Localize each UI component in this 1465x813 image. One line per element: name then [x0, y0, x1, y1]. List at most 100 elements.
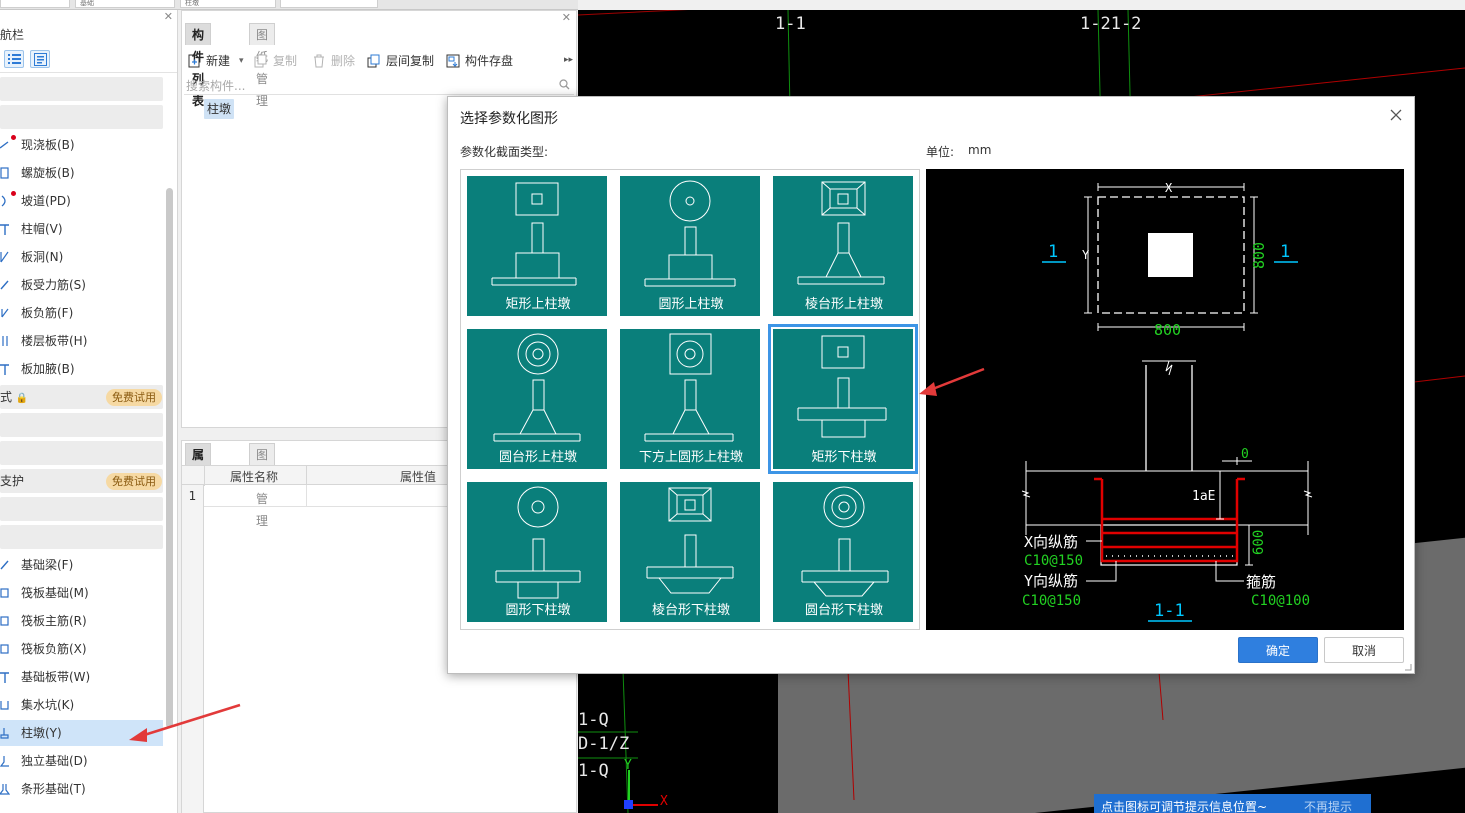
more-toolbar-icon[interactable]: ▸▸: [564, 55, 573, 65]
nav-group[interactable]: [0, 441, 163, 465]
nav-item-raft-foundation[interactable]: 筏板基础(M): [0, 580, 163, 606]
nav-item-raft-main-rebar[interactable]: 筏板主筋(R): [0, 608, 163, 634]
component-search[interactable]: 搜索构件...: [184, 75, 574, 95]
resize-grip-icon[interactable]: [1403, 662, 1412, 671]
close-icon[interactable]: ✕: [562, 11, 571, 24]
nav-group[interactable]: [0, 77, 163, 101]
nav-item-raft-negative-rebar[interactable]: 筏板负筋(X): [0, 636, 163, 662]
tab-drawing-management[interactable]: 图纸管理: [249, 23, 276, 108]
floor-strip-icon: [2, 336, 8, 346]
nav-item-spiral-slab[interactable]: 螺旋板(B): [0, 160, 163, 186]
row-gutter: [182, 507, 204, 813]
list-view-button[interactable]: [4, 50, 24, 68]
axis-label: 1-21-2: [1080, 14, 1142, 34]
shape-caption: 矩形上柱墩: [505, 297, 571, 312]
nav-item-foundation-beam[interactable]: 基础梁(F): [0, 552, 163, 578]
axis-label: D-1/Z: [578, 734, 630, 754]
column-header-name: 属性名称: [230, 470, 279, 484]
nav-group-civil-defense[interactable]: 式 🔒 免费试用: [0, 385, 163, 409]
tab-property-list[interactable]: 属性列表: [185, 443, 212, 528]
delete-button[interactable]: 删除: [312, 51, 362, 71]
nav-item-label: 板受力筋(S): [21, 278, 86, 292]
search-icon[interactable]: [559, 79, 570, 90]
nav-group-support[interactable]: 支护 免费试用: [0, 469, 163, 493]
shape-rect-lower-pier[interactable]: 矩形下柱墩: [768, 324, 918, 474]
shape-circular-frustum-lower-pier[interactable]: 圆台形下柱墩: [773, 482, 913, 622]
navigation-panel: ✕ 航栏 现浇板(B) 螺旋板(B) 坡道(PD) 柱帽(V) 板洞(N) 板受…: [0, 10, 178, 813]
top-field-3[interactable]: 柱墩: [180, 0, 276, 8]
raft-negative-rebar-icon: [0, 644, 9, 654]
nav-item-label: 板加腋(B): [21, 362, 75, 376]
row-number: 1: [182, 485, 204, 507]
circular-frustum-upper-pier-icon: [493, 333, 581, 442]
shape-circle-upper-pier[interactable]: 圆形上柱墩: [620, 176, 760, 316]
hint-text[interactable]: 点击图标可调节提示信息位置~: [1101, 794, 1267, 813]
nav-item-slab-haunch[interactable]: 板加腋(B): [0, 356, 163, 382]
nav-group[interactable]: [0, 497, 163, 521]
shape-caption: 矩形下柱墩: [811, 450, 877, 465]
nav-item-cast-slab[interactable]: 现浇板(B): [0, 132, 163, 158]
column-divider: [204, 466, 205, 486]
shape-preview: X Y 800 800 1 1 0 1aE 600 X向纵筋 C10@150 Y…: [926, 169, 1404, 630]
shape-circle-lower-pier[interactable]: 圆形下柱墩: [467, 482, 607, 622]
tree-item-column-pier[interactable]: 柱墩: [204, 99, 235, 119]
dropdown-caret-icon[interactable]: ▾: [239, 51, 244, 71]
shape-frustum-lower-pier[interactable]: 棱台形下柱墩: [620, 482, 760, 622]
nav-item-column-cap[interactable]: 柱帽(V): [0, 216, 163, 242]
shape-frustum-upper-pier[interactable]: 棱台形上柱墩: [773, 176, 913, 316]
top-field-1[interactable]: [0, 0, 70, 8]
column-divider: [306, 485, 307, 507]
foundation-beam-icon: [0, 560, 9, 570]
frustum-upper-pier-icon: [797, 181, 885, 285]
dismiss-hint-link[interactable]: 不再提示: [1304, 794, 1352, 813]
shape-rect-upper-pier[interactable]: 矩形上柱墩: [467, 176, 607, 316]
tab-layer-management[interactable]: 图层管理: [249, 443, 276, 528]
slab-icon: [0, 141, 9, 149]
floor-copy-button[interactable]: 层间复制: [367, 51, 441, 71]
detail-view-button[interactable]: [30, 50, 50, 68]
confirm-button[interactable]: 确定: [1238, 637, 1318, 663]
sump-pit-icon: [0, 701, 9, 710]
shape-square-bottom-round-top-pier[interactable]: 下方上圆形上柱墩: [620, 329, 760, 469]
free-trial-badge[interactable]: 免费试用: [106, 473, 162, 490]
shape-circular-frustum-upper-pier[interactable]: 圆台形上柱墩: [467, 329, 607, 469]
nav-item-ramp[interactable]: 坡道(PD): [0, 188, 163, 214]
nav-item-label: 柱墩(Y): [21, 726, 62, 740]
nav-item-label: 独立基础(D): [21, 754, 88, 768]
top-field-2[interactable]: 基础: [75, 0, 175, 8]
nav-item-slab-negative-rebar[interactable]: 板负筋(F): [0, 300, 163, 326]
cancel-button[interactable]: 取消: [1324, 637, 1404, 663]
nav-group[interactable]: [0, 413, 163, 437]
nav-item-strip-footing[interactable]: 条形基础(T): [0, 776, 163, 802]
plan-y-label: Y: [1082, 248, 1090, 262]
search-input[interactable]: 搜索构件...: [186, 77, 245, 94]
stirrup-value: C10@100: [1251, 593, 1310, 609]
free-trial-badge[interactable]: 免费试用: [106, 389, 162, 406]
close-icon[interactable]: ✕: [164, 10, 173, 23]
column-divider[interactable]: [306, 466, 307, 486]
hint-bar[interactable]: 点击图标可调节提示信息位置~ 不再提示: [1094, 794, 1371, 813]
section-mark-left: 1: [1048, 242, 1058, 262]
slab-hole-icon: [0, 251, 9, 263]
nav-item-floor-strip[interactable]: 楼层板带(H): [0, 328, 163, 354]
top-field-4[interactable]: [280, 0, 378, 8]
tab-component-list[interactable]: 构件列表: [185, 23, 212, 108]
frustum-lower-pier-icon: [646, 487, 734, 594]
left-panel-scrollbar[interactable]: [166, 188, 173, 728]
nav-group[interactable]: [0, 525, 163, 549]
close-icon[interactable]: [1386, 105, 1406, 125]
nav-group[interactable]: [0, 105, 163, 129]
copy-button[interactable]: 复制: [254, 51, 304, 71]
nav-item-slab-hole[interactable]: 板洞(N): [0, 244, 163, 270]
nav-item-label: 筏板基础(M): [21, 586, 89, 600]
y-rebar-label: Y向纵筋: [1024, 572, 1078, 590]
save-component-button[interactable]: 构件存盘: [446, 51, 522, 71]
nav-item-isolated-footing[interactable]: 独立基础(D): [0, 748, 163, 774]
nav-item-slab-rebar[interactable]: 板受力筋(S): [0, 272, 163, 298]
new-icon: [188, 54, 200, 68]
red-arrow-annotation: [919, 367, 985, 396]
shape-caption: 圆形上柱墩: [658, 297, 724, 312]
new-button[interactable]: 新建 ▾: [187, 51, 247, 71]
nav-item-foundation-strip[interactable]: 基础板带(W): [0, 664, 163, 690]
nav-item-label: 筏板主筋(R): [21, 614, 87, 628]
